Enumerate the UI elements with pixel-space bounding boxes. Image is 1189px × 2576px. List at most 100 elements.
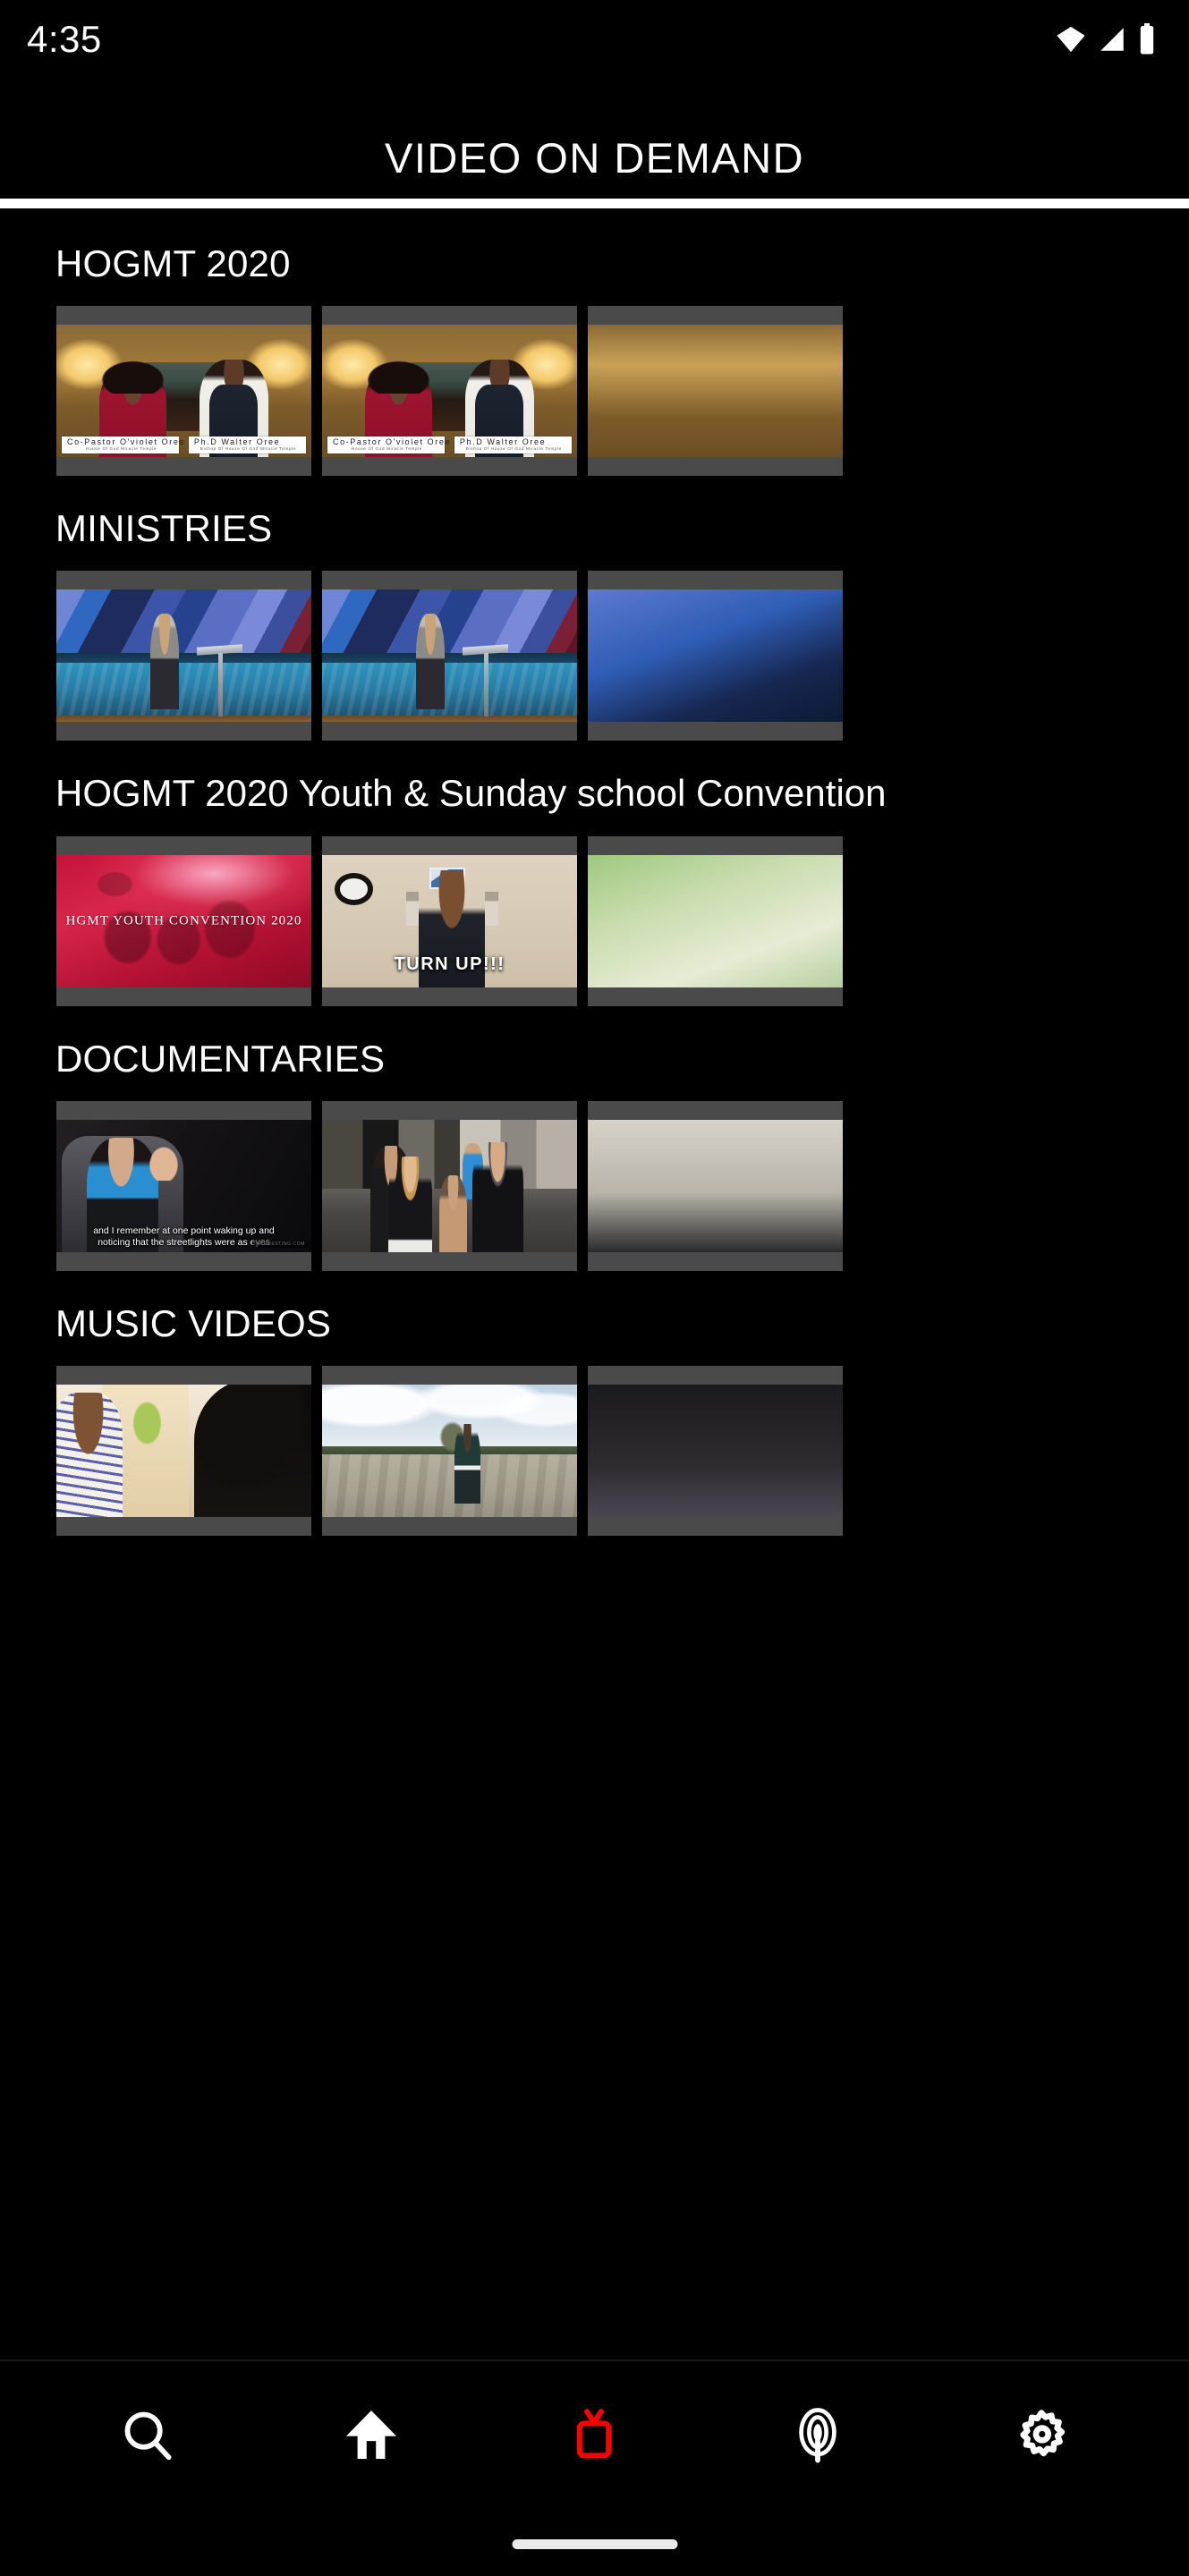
nav-item-podcast[interactable]: [764, 2392, 871, 2478]
thumbnail-watermark: INTERESTING.COM: [252, 1240, 308, 1248]
decor-wall-sconce: [406, 892, 420, 927]
decor-person-left-hair: [99, 359, 166, 394]
video-card-partial[interactable]: [588, 571, 843, 741]
section-youth-convention: HOGMT 2020 Youth & Sunday school Convent…: [0, 741, 1189, 1006]
video-thumbnail: [588, 1384, 843, 1517]
video-card[interactable]: [322, 1100, 577, 1271]
decor-performer: [454, 1424, 480, 1504]
thumbnail-overlay-text: HGMT YOUTH CONVENTION 2020: [65, 913, 302, 928]
decor-stage-floor: [56, 662, 311, 716]
battery-icon: [1137, 23, 1157, 55]
video-card[interactable]: HGMT YOUTH CONVENTION 2020: [56, 835, 311, 1006]
section-title: DOCUMENTARIES: [55, 1037, 386, 1080]
video-thumbnail: [322, 1119, 577, 1252]
video-thumbnail: Co-Pastor O'violet Oree House Of God Mir…: [56, 325, 311, 458]
decor-wall-sconce: [485, 892, 498, 927]
thumbnail-art: [588, 589, 843, 723]
video-card[interactable]: Co-Pastor O'violet Oree House Of God Mir…: [56, 306, 311, 477]
video-thumbnail: [588, 589, 843, 723]
video-rail[interactable]: HGMT YOUTH CONVENTION 2020 TURN UP!!!: [0, 835, 1189, 1006]
thumbnail-art: Co-Pastor O'violet Oree House Of God Mir…: [56, 325, 311, 458]
section-title: MUSIC VIDEOS: [55, 1301, 332, 1344]
decor-pedestrian: [388, 1157, 432, 1252]
video-thumbnail: [56, 589, 311, 723]
thumbnail-art: [56, 1384, 311, 1517]
decor-podium: [197, 646, 242, 716]
video-card-partial[interactable]: [588, 1100, 843, 1271]
decor-raised-hand: [148, 1146, 179, 1181]
section-title: MINISTRIES: [55, 507, 273, 550]
status-clock: 4:35: [27, 18, 102, 60]
header-divider: [0, 199, 1189, 208]
video-card[interactable]: TURN UP!!!: [322, 835, 577, 1006]
decor-wall-clock: [335, 873, 373, 905]
caption-subtitle: House Of God Miracle Temple: [352, 445, 423, 451]
video-rail[interactable]: and I remember at one point waking up an…: [0, 1100, 1189, 1271]
decor-speaker: [416, 614, 445, 709]
thumbnail-art: TURN UP!!!: [322, 854, 577, 987]
decor-podium: [463, 646, 508, 716]
nav-item-home[interactable]: [318, 2392, 425, 2478]
caption-name: Ph.D Walter Oree: [193, 436, 281, 446]
page-title: VIDEO ON DEMAND: [384, 134, 805, 182]
app-header: VIDEO ON DEMAND: [0, 79, 1189, 199]
podcast-icon[interactable]: [788, 2405, 847, 2464]
section-title: HOGMT 2020: [55, 242, 291, 284]
cellular-signal-icon: [1097, 24, 1127, 55]
home-indicator[interactable]: [512, 2539, 677, 2549]
decor-person-striped-shirt: [56, 1392, 123, 1517]
search-icon[interactable]: [118, 2405, 177, 2464]
video-card[interactable]: [322, 571, 577, 741]
caption-subtitle: Bishop Of House Of God Miracle Temple: [465, 445, 562, 451]
decor-ground: [322, 1454, 577, 1517]
decor-speaker: [150, 614, 179, 709]
home-icon[interactable]: [342, 2405, 401, 2464]
video-thumbnail: [588, 854, 843, 987]
video-card-partial[interactable]: [588, 835, 843, 1006]
video-thumbnail: [322, 589, 577, 723]
gear-icon[interactable]: [1012, 2405, 1071, 2464]
video-rail[interactable]: [0, 571, 1189, 741]
video-card-partial[interactable]: [588, 1365, 843, 1536]
caption-left: Co-Pastor O'violet Oree House Of God Mir…: [327, 436, 449, 454]
thumbnail-art: Co-Pastor O'violet Oree House Of God Mir…: [322, 325, 577, 458]
video-card-partial[interactable]: [588, 306, 843, 477]
video-card[interactable]: [56, 1365, 311, 1536]
thumbnail-art: [588, 1384, 843, 1517]
video-thumbnail: [588, 1119, 843, 1252]
vod-scroll-container[interactable]: HOGMT 2020 Co-Pastor O'violet Oree House…: [0, 211, 1189, 2576]
video-thumbnail: [588, 325, 843, 458]
section-ministries: MINISTRIES: [0, 476, 1189, 741]
thumbnail-art: [56, 589, 311, 723]
video-thumbnail: [322, 1384, 577, 1517]
nav-item-tv[interactable]: [540, 2392, 648, 2478]
tv-icon[interactable]: [565, 2405, 624, 2464]
decor-stage-screen: [322, 589, 577, 654]
section-title: HOGMT 2020 Youth & Sunday school Convent…: [55, 772, 887, 815]
bottom-navigation-bar: [0, 2360, 1189, 2576]
nav-item-settings[interactable]: [988, 2392, 1095, 2478]
thumbnail-art: [588, 854, 843, 987]
video-card[interactable]: and I remember at one point waking up an…: [56, 1100, 311, 1271]
section-hogmt-2020: HOGMT 2020 Co-Pastor O'violet Oree House…: [0, 211, 1189, 477]
caption-name: Ph.D Walter Oree: [459, 436, 547, 446]
video-rail[interactable]: [0, 1365, 1189, 1536]
section-music-videos: MUSIC VIDEOS: [0, 1271, 1189, 1536]
nav-items: [0, 2361, 1189, 2478]
status-bar: 4:35: [0, 0, 1189, 79]
status-icons: [1055, 23, 1157, 55]
wifi-icon: [1055, 24, 1087, 55]
video-rail[interactable]: Co-Pastor O'violet Oree House Of God Mir…: [0, 306, 1189, 477]
nav-item-search[interactable]: [94, 2392, 201, 2478]
caption-right: Ph.D Walter Oree Bishop Of House Of God …: [454, 436, 572, 454]
video-card[interactable]: Co-Pastor O'violet Oree House Of God Mir…: [322, 306, 577, 477]
decor-foliage: [130, 1397, 164, 1448]
app-screen: 4:35 VIDEO ON DEMAND HOGMT 2020 Co-Pasto…: [0, 0, 1189, 2576]
video-thumbnail: Co-Pastor O'violet Oree House Of God Mir…: [322, 325, 577, 458]
decor-stage-floor: [322, 662, 577, 716]
video-card[interactable]: [56, 571, 311, 741]
decor-person-foreground: [193, 1384, 311, 1517]
subtitle-line-1: and I remember at one point waking up an…: [93, 1224, 275, 1236]
thumbnail-art: HGMT YOUTH CONVENTION 2020: [56, 854, 311, 987]
video-card[interactable]: [322, 1365, 577, 1536]
